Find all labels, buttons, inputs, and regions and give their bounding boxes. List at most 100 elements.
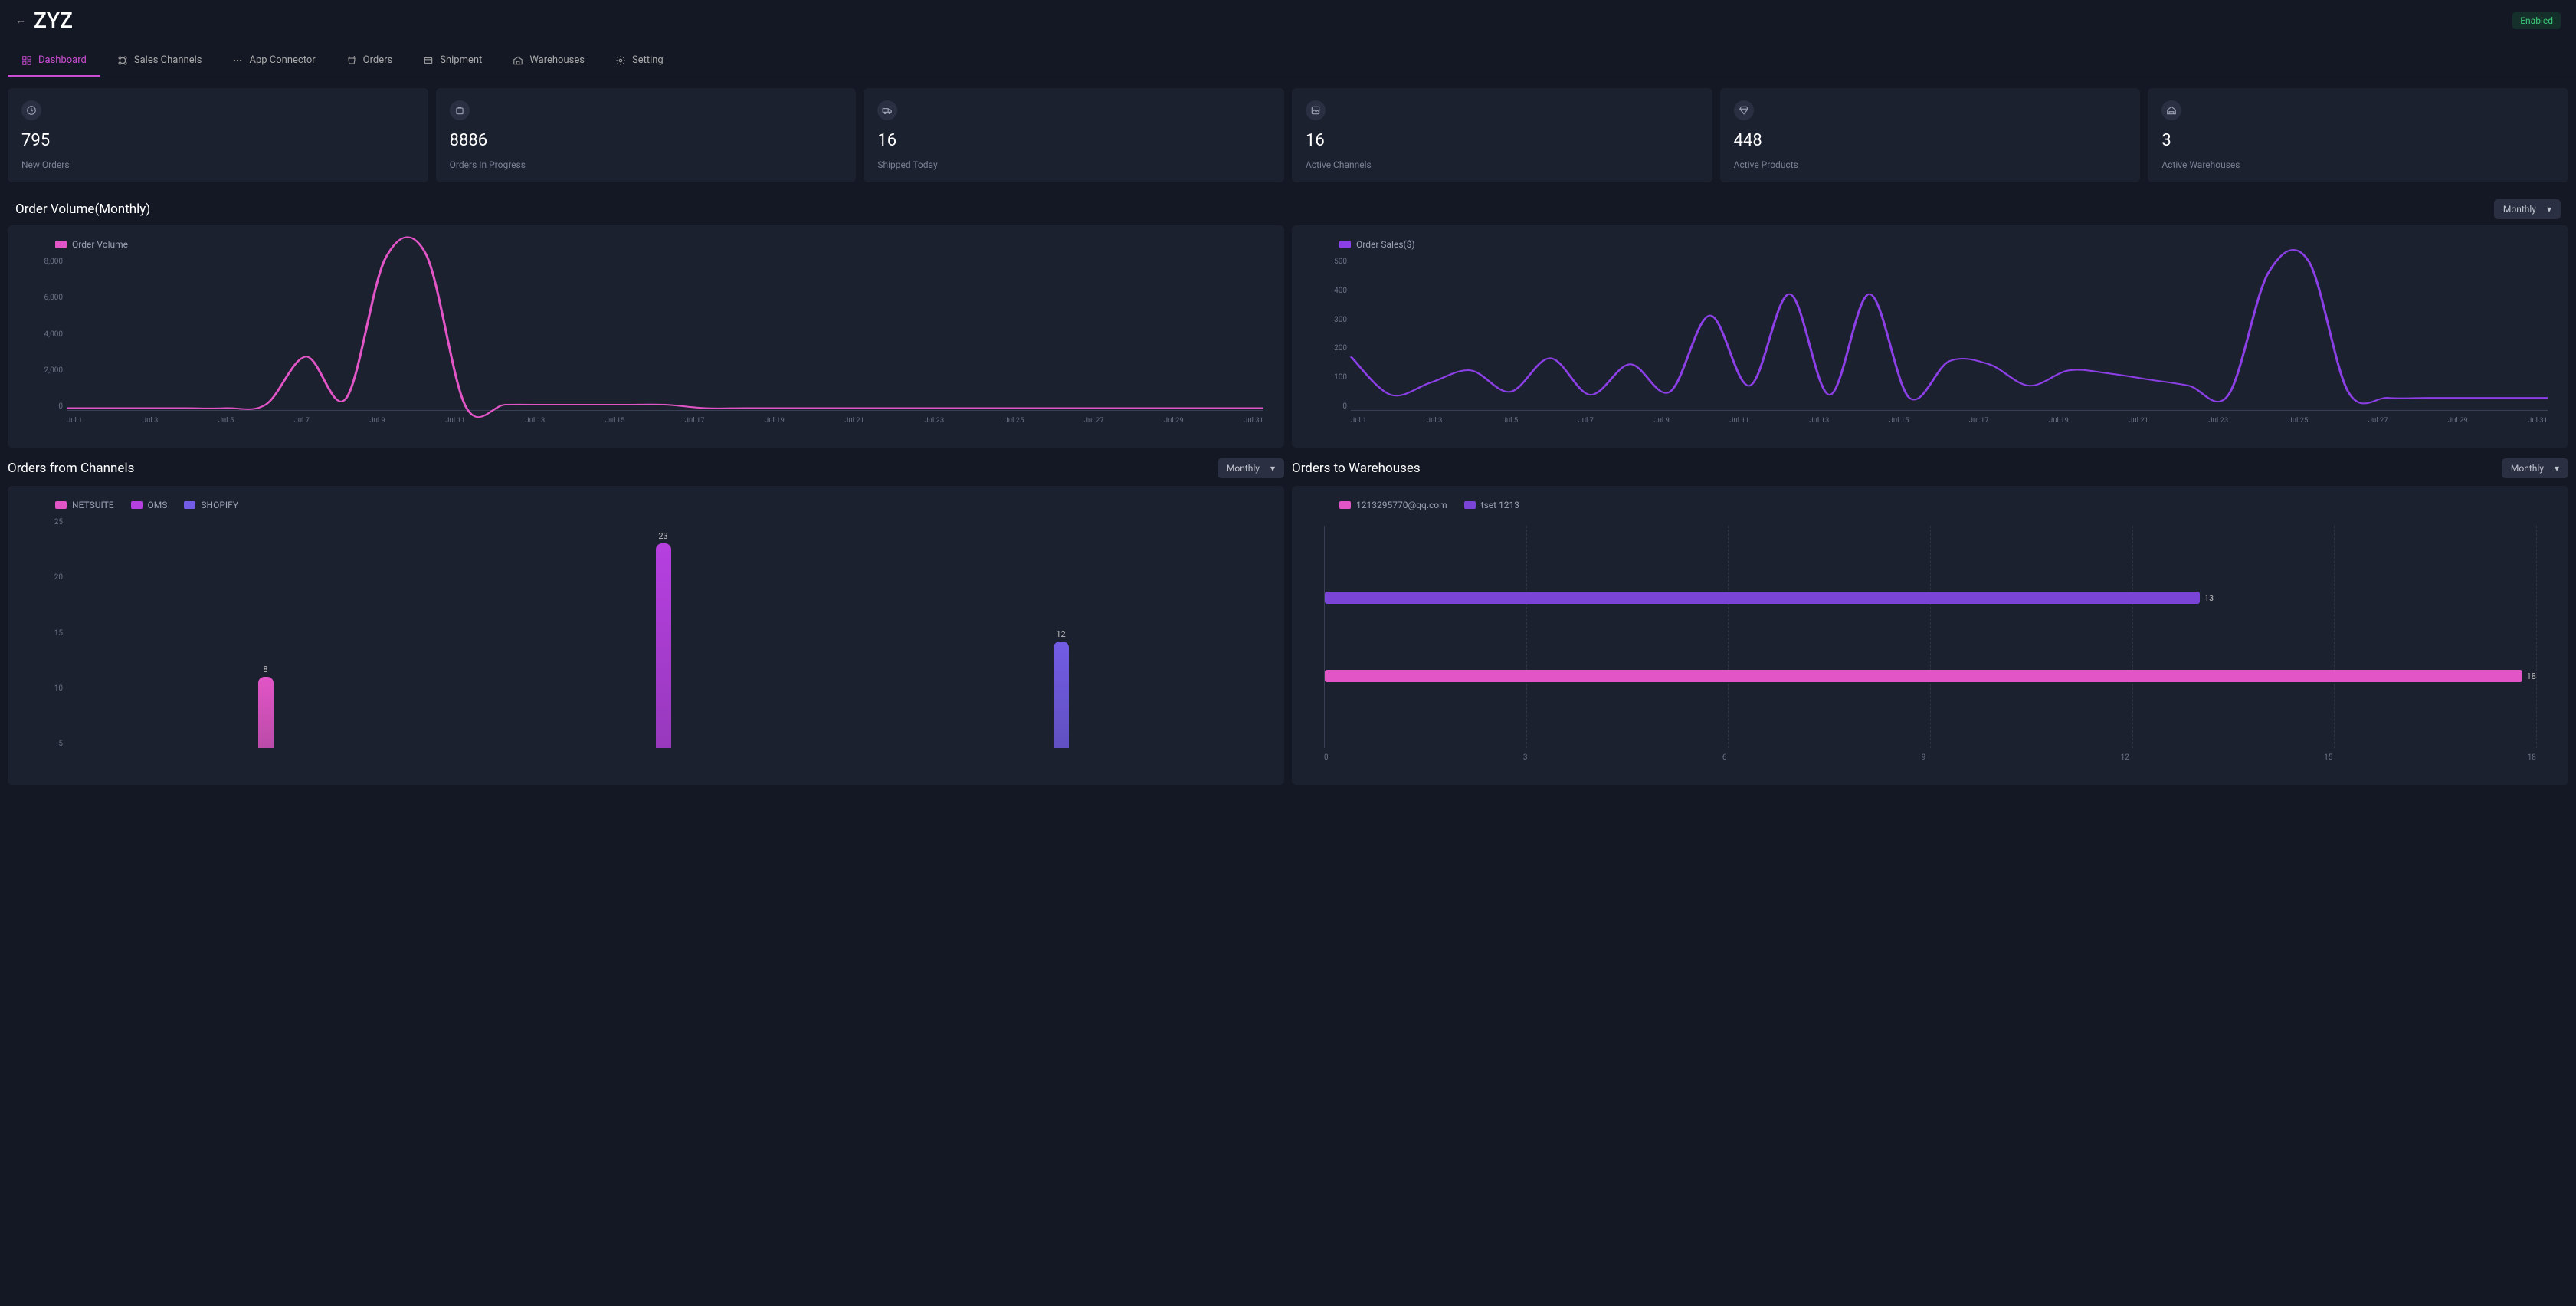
legend-order-sales: Order Sales($) bbox=[1339, 239, 1415, 250]
y-axis: 252015105 bbox=[25, 518, 63, 748]
tab-label: Setting bbox=[632, 54, 664, 66]
hbar-row: 13 bbox=[1325, 592, 2536, 604]
legend-swatch bbox=[1464, 501, 1476, 509]
metric-active-products: 448 Active Products bbox=[1720, 88, 2141, 182]
tab-orders[interactable]: Orders bbox=[333, 45, 407, 77]
tab-label: Shipment bbox=[440, 54, 482, 66]
x-axis: Jul 1Jul 3Jul 5Jul 7Jul 9Jul 11Jul 13Jul… bbox=[1351, 416, 2548, 425]
new-orders-icon bbox=[21, 100, 41, 120]
connector-icon bbox=[232, 55, 243, 66]
channels-icon bbox=[117, 55, 128, 66]
image-icon bbox=[1306, 100, 1326, 120]
metrics-row: 795 New Orders 8886 Orders In Progress 1… bbox=[0, 77, 2576, 193]
metric-active-channels: 16 Active Channels bbox=[1292, 88, 1712, 182]
house-icon bbox=[2161, 100, 2181, 120]
back-arrow-icon[interactable]: ← bbox=[15, 14, 26, 27]
channels-dropdown[interactable]: Monthly ▾ bbox=[1218, 458, 1284, 478]
bar: 23 bbox=[656, 543, 671, 748]
metric-value: 16 bbox=[1306, 131, 1699, 150]
legend-swatch bbox=[184, 501, 195, 509]
tab-app-connector[interactable]: App Connector bbox=[218, 45, 329, 77]
metric-orders-in-progress: 8886 Orders In Progress bbox=[436, 88, 857, 182]
tab-setting[interactable]: Setting bbox=[601, 45, 677, 77]
legend-item: 1213295770@qq.com bbox=[1339, 500, 1447, 510]
x-axis: 0369121518 bbox=[1324, 753, 2536, 762]
tab-label: Orders bbox=[363, 54, 393, 66]
tab-warehouses[interactable]: Warehouses bbox=[499, 45, 598, 77]
y-axis: 5004003002001000 bbox=[1309, 258, 1347, 411]
order-volume-dropdown[interactable]: Monthly ▾ bbox=[2494, 199, 2561, 219]
metric-label: Active Warehouses bbox=[2161, 159, 2555, 170]
bar-value-label: 8 bbox=[263, 664, 267, 674]
tab-label: Warehouses bbox=[529, 54, 585, 66]
legend-item: NETSUITE bbox=[55, 500, 114, 510]
dashboard-icon bbox=[21, 55, 32, 66]
tabs: Dashboard Sales Channels App Connector O… bbox=[0, 45, 2576, 77]
legend-item: tset 1213 bbox=[1464, 500, 1519, 510]
legend-swatch bbox=[55, 241, 67, 248]
hbar-row: 18 bbox=[1325, 670, 2536, 682]
tab-label: Sales Channels bbox=[134, 54, 202, 66]
legend-swatch bbox=[1339, 241, 1351, 248]
order-sales-chart: Order Sales($) 5004003002001000 Jul 1Jul… bbox=[1292, 225, 2568, 448]
bar-value-label: 12 bbox=[1056, 629, 1065, 639]
legend-item: SHOPIFY bbox=[184, 500, 238, 510]
shipment-icon bbox=[423, 55, 434, 66]
legend-order-volume: Order Volume bbox=[55, 239, 128, 250]
legend-label: NETSUITE bbox=[72, 500, 114, 510]
metric-value: 8886 bbox=[450, 131, 843, 150]
legend-label: tset 1213 bbox=[1481, 500, 1519, 510]
metric-label: Shipped Today bbox=[877, 159, 1270, 170]
warehouses-chart: 1213295770@qq.com tset 1213 13 18 03691215… bbox=[1292, 486, 2568, 785]
line-plot bbox=[1351, 258, 2548, 410]
order-volume-chart: Order Volume 8,0006,0004,0002,0000 Jul 1… bbox=[8, 225, 1284, 448]
warehouses-title: Orders to Warehouses bbox=[1292, 461, 1421, 476]
enabled-badge: Enabled bbox=[2512, 12, 2561, 29]
legend-swatch bbox=[55, 501, 67, 509]
channels-chart: NETSUITE OMS SHOPIFY 252015105 8 23 12 bbox=[8, 486, 1284, 785]
chevron-down-icon: ▾ bbox=[2547, 204, 2551, 215]
metric-value: 448 bbox=[1734, 131, 2127, 150]
channels-title: Orders from Channels bbox=[8, 461, 134, 476]
tab-shipment[interactable]: Shipment bbox=[409, 45, 496, 77]
legend-label: 1213295770@qq.com bbox=[1356, 500, 1447, 510]
cart-icon bbox=[346, 55, 357, 66]
bar: 8 bbox=[258, 677, 274, 748]
gear-icon bbox=[615, 55, 626, 66]
progress-icon bbox=[450, 100, 470, 120]
hbar-plot: 13 18 bbox=[1324, 526, 2536, 748]
metric-value: 16 bbox=[877, 131, 1270, 150]
tab-label: App Connector bbox=[249, 54, 315, 66]
legend-label: OMS bbox=[148, 500, 168, 510]
metric-value: 795 bbox=[21, 131, 415, 150]
legend-label: Order Sales($) bbox=[1356, 239, 1415, 250]
y-axis: 8,0006,0004,0002,0000 bbox=[25, 258, 63, 411]
hbar bbox=[1325, 670, 2522, 682]
hbar-value-label: 18 bbox=[2527, 671, 2536, 681]
legend-item: OMS bbox=[131, 500, 168, 510]
chevron-down-icon: ▾ bbox=[2555, 463, 2559, 474]
bar-value-label: 23 bbox=[658, 531, 667, 541]
order-volume-title: Order Volume(Monthly) bbox=[15, 202, 150, 217]
hbar bbox=[1325, 592, 2200, 604]
warehouse-icon bbox=[513, 55, 523, 66]
truck-icon bbox=[877, 100, 897, 120]
chevron-down-icon: ▾ bbox=[1270, 463, 1275, 474]
dropdown-label: Monthly bbox=[1227, 463, 1260, 474]
diamond-icon bbox=[1734, 100, 1754, 120]
metric-label: Orders In Progress bbox=[450, 159, 843, 170]
legend-swatch bbox=[1339, 501, 1351, 509]
tab-dashboard[interactable]: Dashboard bbox=[8, 45, 100, 77]
hbar-value-label: 13 bbox=[2204, 593, 2214, 603]
metric-active-warehouses: 3 Active Warehouses bbox=[2148, 88, 2568, 182]
tab-sales-channels[interactable]: Sales Channels bbox=[103, 45, 216, 77]
legend-swatch bbox=[131, 501, 143, 509]
metric-label: New Orders bbox=[21, 159, 415, 170]
warehouses-dropdown[interactable]: Monthly ▾ bbox=[2502, 458, 2568, 478]
bar-plot: 8 23 12 bbox=[67, 526, 1260, 748]
warehouses-legend: 1213295770@qq.com tset 1213 bbox=[1309, 500, 2551, 510]
line-plot bbox=[67, 258, 1263, 410]
x-axis: Jul 1Jul 3Jul 5Jul 7Jul 9Jul 11Jul 13Jul… bbox=[67, 416, 1263, 425]
metric-value: 3 bbox=[2161, 131, 2555, 150]
tab-label: Dashboard bbox=[38, 54, 87, 66]
